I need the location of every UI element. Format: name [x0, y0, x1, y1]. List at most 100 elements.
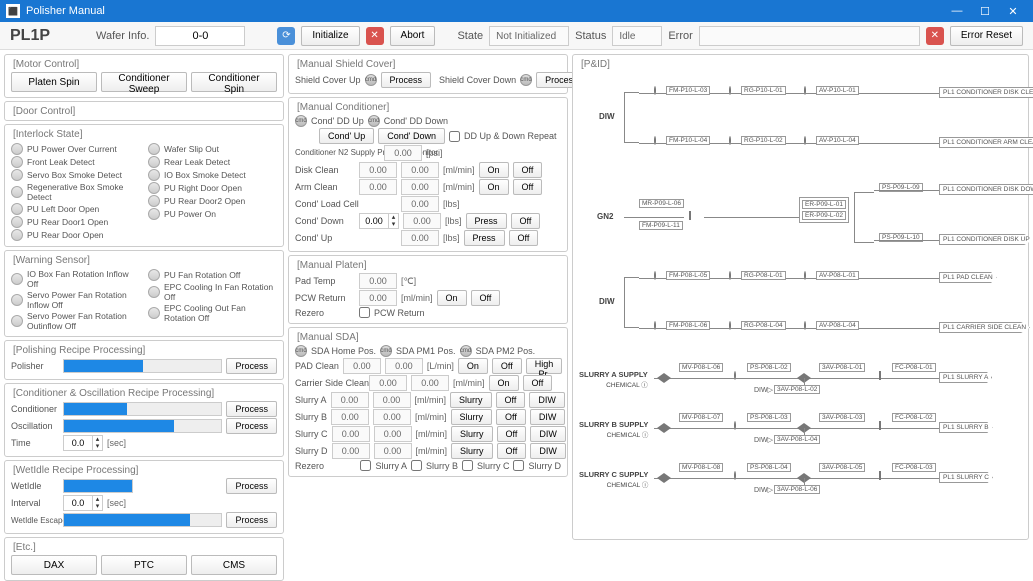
- cond-up-button[interactable]: Cond' Up: [319, 128, 374, 144]
- status-led-row: Servo Power Fan Rotation Inflow Off: [11, 290, 140, 310]
- ddup-icon: cmd: [295, 115, 307, 127]
- instrument-icon: [804, 86, 806, 95]
- interval-spinner[interactable]: ▴▾: [63, 495, 103, 511]
- carrier-off-button[interactable]: Off: [523, 375, 553, 391]
- er-box: ER-P09-L-01ER-P09-L-02: [799, 197, 849, 223]
- sc-diw-button[interactable]: DIW: [530, 426, 566, 442]
- status-led-row: IO Box Fan Rotation Inflow Off: [11, 269, 140, 289]
- sd-off-button[interactable]: Off: [497, 443, 527, 459]
- pid-tag: 3AV-P08-L-02: [774, 385, 820, 394]
- condup-off-button[interactable]: Off: [509, 230, 539, 246]
- disk-off-button[interactable]: Off: [513, 162, 543, 178]
- pid-output: PL1 CONDITIONER DISK CLEAN: [939, 87, 1033, 98]
- wetidle-escape-process-button[interactable]: Process: [226, 512, 277, 528]
- pid-group: [P&ID] DIWFM-P10-L-03RG-P10-L-01AV-P10-L…: [572, 54, 1029, 540]
- disk-on-button[interactable]: On: [479, 162, 509, 178]
- conditioner-spin-button[interactable]: Conditioner Spin: [191, 72, 277, 92]
- rez-sc-checkbox[interactable]: [462, 460, 473, 471]
- pid-tag: AV-P08-L-04: [816, 321, 859, 330]
- oscillation-process-button[interactable]: Process: [226, 418, 277, 434]
- status-led-row: PU Rear Door Open: [11, 229, 140, 241]
- led-icon: [11, 273, 23, 285]
- instrument-icon: [729, 86, 731, 95]
- app-icon: ⬛: [6, 4, 20, 18]
- pid-tag: MV-P08-L-07: [679, 413, 723, 422]
- shield-up-process-button[interactable]: Process: [381, 72, 432, 88]
- sa-diw-button[interactable]: DIW: [529, 392, 565, 408]
- pid-tag: PS-P08-L-04: [747, 463, 791, 472]
- sda-pm2-icon: cmd: [460, 345, 472, 357]
- minimize-button[interactable]: —: [943, 5, 971, 17]
- sb-diw-button[interactable]: DIW: [530, 409, 566, 425]
- conddown-off-button[interactable]: Off: [511, 213, 541, 229]
- abort-button[interactable]: Abort: [390, 26, 436, 46]
- status-led-row: PU Rear Door1 Open: [11, 216, 140, 228]
- led-icon: [148, 169, 160, 181]
- status-led-row: Rear Leak Detect: [148, 156, 277, 168]
- pid-tag: 3AV-P08-L-06: [774, 485, 820, 494]
- rez-sd-checkbox[interactable]: [513, 460, 524, 471]
- maximize-button[interactable]: ☐: [971, 5, 999, 18]
- page-title: PL1P: [10, 27, 50, 45]
- titlebar: ⬛ Polisher Manual — ☐ ✕: [0, 0, 1033, 22]
- time-spinner[interactable]: ▴▾: [63, 435, 103, 451]
- rez-sa-checkbox[interactable]: [360, 460, 371, 471]
- status-value: Idle: [612, 26, 662, 46]
- sb-slurry-button[interactable]: Slurry: [451, 409, 493, 425]
- platen-spin-button[interactable]: Platen Spin: [11, 72, 97, 92]
- pid-output: PL1 CONDITIONER DISK UP: [939, 234, 1033, 245]
- sa-off-button[interactable]: Off: [496, 392, 526, 408]
- pcw-return-checkbox[interactable]: [359, 307, 370, 318]
- pid-output: PL1 CARRIER SIDE CLEAN: [939, 322, 1030, 333]
- pid-tag: RG-P10-L-01: [741, 86, 786, 95]
- dax-button[interactable]: DAX: [11, 555, 97, 575]
- conditioner-sweep-button[interactable]: Conditioner Sweep: [101, 72, 187, 92]
- cms-button[interactable]: CMS: [191, 555, 277, 575]
- diw-branch: DIW▷: [754, 487, 773, 494]
- sd-slurry-button[interactable]: Slurry: [451, 443, 493, 459]
- sa-slurry-button[interactable]: Slurry: [450, 392, 492, 408]
- state-label: State: [457, 30, 483, 42]
- polishing-recipe-group: [Polishing Recipe Processing] Polisher P…: [4, 340, 284, 380]
- sd-diw-button[interactable]: DIW: [530, 443, 566, 459]
- instrument-icon: [804, 136, 806, 145]
- conddown-press-button[interactable]: Press: [466, 213, 507, 229]
- abort-icon: ✕: [366, 27, 384, 45]
- sc-off-button[interactable]: Off: [497, 426, 527, 442]
- led-icon: [148, 208, 160, 220]
- close-button[interactable]: ✕: [999, 5, 1027, 18]
- wetidle-process-button[interactable]: Process: [226, 478, 277, 494]
- instrument-icon: [729, 136, 731, 145]
- pid-diagram: DIWFM-P10-L-03RG-P10-L-01AV-P10-L-01PL1 …: [579, 72, 1022, 548]
- pid-tag: PS-P08-L-02: [747, 363, 791, 372]
- motor-control-group: [Motor Control] Platen Spin Conditioner …: [4, 54, 284, 98]
- pad-high-button[interactable]: High Pr.: [526, 358, 563, 374]
- pcw-on-button[interactable]: On: [437, 290, 467, 306]
- wafer-input[interactable]: [155, 26, 245, 46]
- pid-tag: PS-P08-L-03: [747, 413, 791, 422]
- pid-tag: 3AV-P08-L-03: [819, 413, 865, 422]
- sb-off-button[interactable]: Off: [496, 409, 526, 425]
- conditioner-process-button[interactable]: Process: [226, 401, 277, 417]
- instrument-icon: [654, 271, 656, 280]
- pcw-off-button[interactable]: Off: [471, 290, 501, 306]
- sc-slurry-button[interactable]: Slurry: [451, 426, 493, 442]
- carrier-on-button[interactable]: On: [489, 375, 519, 391]
- pad-on-button[interactable]: On: [458, 358, 488, 374]
- pad-off-button[interactable]: Off: [492, 358, 522, 374]
- conditioner-progress: [63, 402, 222, 416]
- polisher-process-button[interactable]: Process: [226, 358, 277, 374]
- pid-tag: FC-P08-L-03: [892, 463, 936, 472]
- slurry-label: SLURRY A SUPPLYCHEMICAL ⓘ: [579, 370, 648, 389]
- error-reset-button[interactable]: Error Reset: [950, 26, 1023, 46]
- ptc-button[interactable]: PTC: [101, 555, 187, 575]
- arm-off-button[interactable]: Off: [513, 179, 543, 195]
- initialize-button[interactable]: Initialize: [301, 26, 359, 46]
- conddown-spinner[interactable]: ▴▾: [359, 213, 399, 229]
- cond-down-button[interactable]: Cond' Down: [378, 128, 445, 144]
- dd-repeat-checkbox[interactable]: [449, 131, 460, 142]
- arm-on-button[interactable]: On: [479, 179, 509, 195]
- condup-press-button[interactable]: Press: [464, 230, 505, 246]
- gn2-label: GN2: [597, 212, 613, 221]
- rez-sb-checkbox[interactable]: [411, 460, 422, 471]
